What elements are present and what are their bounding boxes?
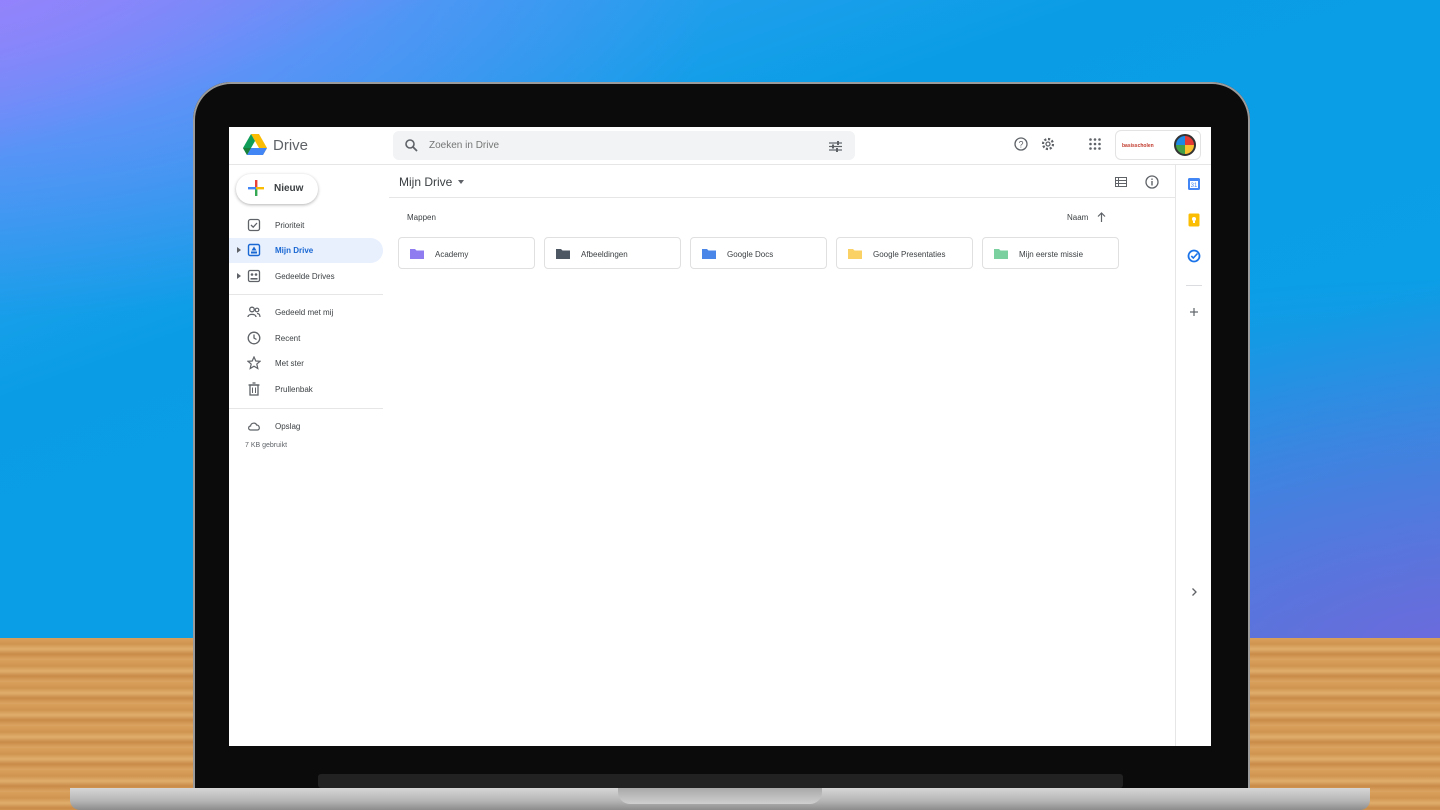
folder-name: Afbeeldingen <box>581 250 628 259</box>
account-switcher[interactable]: basisscholen <box>1115 130 1201 160</box>
folder-name: Mijn eerste missie <box>1019 250 1084 259</box>
search-input[interactable] <box>429 140 789 151</box>
star-icon <box>247 356 261 370</box>
sidebar-item-label: Recent <box>275 334 301 343</box>
sidebar-item-storage[interactable]: Opslag <box>229 414 383 439</box>
settings-icon[interactable] <box>1041 137 1055 151</box>
keep-icon[interactable] <box>1187 213 1201 227</box>
tasks-icon[interactable] <box>1187 249 1201 263</box>
toolbar-divider <box>389 197 1175 198</box>
sidebar-item-label: Prullenbak <box>275 385 313 394</box>
folder-card[interactable]: Google Presentaties <box>836 237 973 269</box>
svg-text:?: ? <box>1018 140 1023 150</box>
rail-divider <box>1186 285 1202 286</box>
sidebar-item-label: Opslag <box>275 422 301 431</box>
folder-icon <box>702 249 716 259</box>
brand-name[interactable]: Drive <box>273 137 308 154</box>
shared-with-me-icon <box>247 306 261 318</box>
sidebar-item-label: Gedeeld met mij <box>275 308 334 317</box>
sidebar-item-shared-drives[interactable]: Gedeelde Drives <box>229 264 383 289</box>
sidebar-item-priority[interactable]: Prioriteit <box>229 213 383 238</box>
folder-icon <box>410 249 424 259</box>
search-icon[interactable] <box>405 139 418 152</box>
svg-text:31: 31 <box>1191 183 1198 189</box>
folder-card[interactable]: Academy <box>398 237 535 269</box>
shared-drives-icon <box>247 269 261 283</box>
top-bar: Drive ? <box>229 127 1211 165</box>
list-view-icon[interactable] <box>1115 177 1127 187</box>
search-bar[interactable] <box>393 131 855 160</box>
breadcrumb[interactable]: Mijn Drive <box>399 175 452 189</box>
apps-grid-icon[interactable] <box>1088 137 1102 151</box>
folder-card[interactable]: Google Docs <box>690 237 827 269</box>
sidebar-item-shared-with-me[interactable]: Gedeeld met mij <box>229 300 383 325</box>
folder-icon <box>556 249 570 259</box>
folder-icon <box>994 249 1008 259</box>
priority-check-icon <box>247 218 261 232</box>
sidebar-item-label: Met ster <box>275 359 304 368</box>
laptop-base-notch <box>618 788 822 804</box>
folders-section-label: Mappen <box>407 213 436 222</box>
search-options-icon[interactable] <box>829 141 842 152</box>
sort-by-name[interactable]: Naam <box>1067 213 1088 222</box>
folder-card[interactable]: Mijn eerste missie <box>982 237 1119 269</box>
info-icon[interactable] <box>1145 175 1159 189</box>
new-button-label: Nieuw <box>274 183 304 194</box>
organization-logo: basisscholen <box>1122 143 1154 149</box>
chevron-down-icon[interactable] <box>458 180 464 184</box>
arrow-up-icon[interactable] <box>1097 212 1106 222</box>
drive-logo-icon[interactable] <box>243 134 267 156</box>
storage-usage: 7 KB gebruikt <box>245 442 288 449</box>
my-drive-icon <box>247 243 261 257</box>
sidebar-item-starred[interactable]: Met ster <box>229 351 383 376</box>
sidebar-divider <box>229 294 383 295</box>
sidebar-item-label: Gedeelde Drives <box>275 272 335 281</box>
folder-icon <box>848 249 862 259</box>
laptop-hinge <box>318 774 1123 788</box>
folder-name: Google Docs <box>727 250 774 259</box>
trash-icon <box>248 382 260 396</box>
sidebar-item-label: Mijn Drive <box>275 246 314 255</box>
sidebar-divider <box>229 408 383 409</box>
expand-caret-icon[interactable] <box>237 273 241 279</box>
new-button[interactable]: Nieuw <box>236 174 318 204</box>
folder-name: Academy <box>435 250 469 259</box>
add-addon-icon[interactable] <box>1187 305 1201 319</box>
cloud-icon <box>248 422 260 431</box>
drive-screen: Drive ? <box>229 127 1211 746</box>
folder-name: Google Presentaties <box>873 250 946 259</box>
expand-caret-icon[interactable] <box>237 247 241 253</box>
calendar-icon[interactable]: 31 <box>1187 177 1201 191</box>
sidebar-item-trash[interactable]: Prullenbak <box>229 377 383 402</box>
expand-panel-icon[interactable] <box>1187 585 1201 599</box>
clock-icon <box>247 331 261 345</box>
folder-card[interactable]: Afbeeldingen <box>544 237 681 269</box>
sidebar-item-my-drive[interactable]: Mijn Drive <box>229 238 383 263</box>
plus-icon <box>248 180 264 196</box>
help-icon[interactable]: ? <box>1014 137 1028 151</box>
avatar[interactable] <box>1174 134 1196 156</box>
side-panel-rail: 31 <box>1175 165 1211 746</box>
sidebar-item-recent[interactable]: Recent <box>229 326 383 351</box>
sidebar-item-label: Prioriteit <box>275 221 305 230</box>
